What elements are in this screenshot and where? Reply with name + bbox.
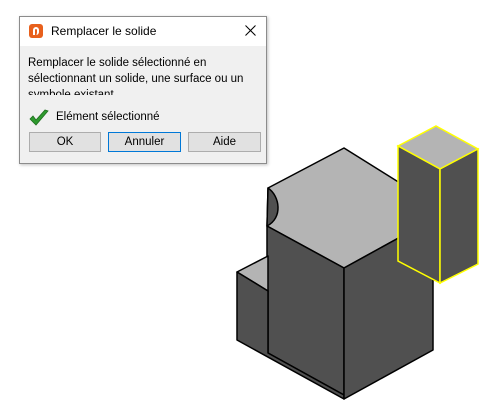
status-text: Elément sélectionné	[56, 111, 160, 123]
close-button[interactable]	[240, 20, 262, 42]
cancel-button[interactable]: Annuler	[108, 132, 181, 152]
app-icon	[29, 24, 43, 38]
dialog-message: Remplacer le solide sélectionné en sélec…	[28, 55, 260, 95]
help-button[interactable]: Aide	[188, 132, 261, 152]
selected-solid-right-face	[439, 147, 479, 285]
message-line: symbole existant.	[28, 89, 117, 95]
replace-solid-dialog: Remplacer le solide Remplacer le solide …	[19, 16, 267, 164]
message-line: sélectionnant un solide, une surface ou …	[28, 73, 244, 85]
check-icon	[29, 109, 49, 126]
dialog-title: Remplacer le solide	[51, 24, 157, 38]
message-line: Remplacer le solide sélectionné en	[28, 57, 207, 69]
selected-solid-left-face	[397, 144, 441, 285]
close-icon	[245, 25, 256, 36]
selected-solid[interactable]	[396, 125, 480, 285]
ok-button[interactable]: OK	[29, 132, 101, 152]
dialog-titlebar[interactable]: Remplacer le solide	[20, 17, 266, 46]
viewport[interactable]: Remplacer le solide Remplacer le solide …	[0, 0, 490, 404]
